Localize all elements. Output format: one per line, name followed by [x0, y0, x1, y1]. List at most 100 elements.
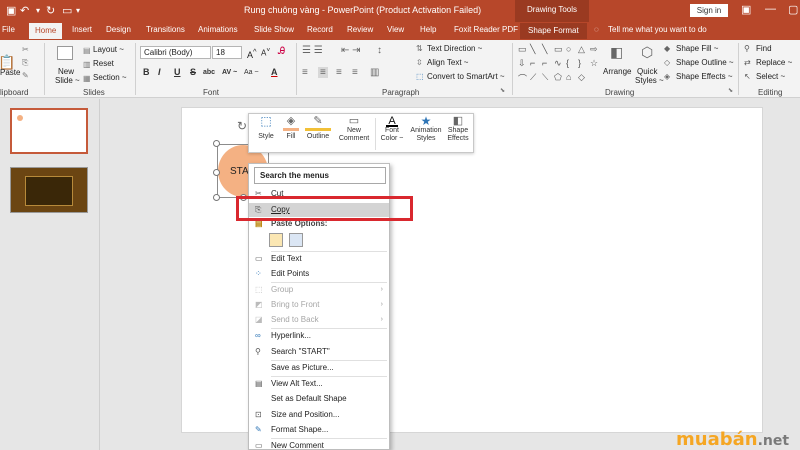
section-button[interactable]: Section ~ [93, 73, 127, 82]
tab-view[interactable]: View [387, 25, 404, 34]
bold-button[interactable]: B [143, 67, 150, 77]
shapes-gallery[interactable]: ▭ ╲ ╲ ▭ ○ △ ⇨ ⇩ ⌐ ⌐ ∿ { } ☆ ⌒ ⟋ ⟍ ⬠ ⌂ ◇ [516, 44, 604, 86]
tab-animations[interactable]: Animations [198, 25, 238, 34]
menu-item-format-shape[interactable]: ✎ Format Shape... [249, 423, 389, 437]
arrange-button[interactable]: Arrange [603, 67, 631, 76]
curve-shape-icon[interactable]: ∿ [554, 58, 562, 69]
change-case-button[interactable]: Aa ~ [244, 69, 259, 76]
paste-as-picture-icon[interactable] [289, 233, 303, 247]
align-left-icon[interactable]: ≡ [302, 67, 308, 78]
tab-insert[interactable]: Insert [72, 25, 92, 34]
fill-button[interactable]: ◈ Fill [283, 116, 299, 141]
font-color-mini-button[interactable]: A Font Color ~ [379, 116, 405, 143]
rotate-handle-icon[interactable]: ↻ [237, 119, 247, 133]
ribbon-display-icon[interactable]: ▣ [741, 3, 751, 16]
brace-shape-icon[interactable]: } [578, 58, 581, 68]
tab-help[interactable]: Help [420, 25, 436, 34]
shape-icon[interactable]: ⬠ [554, 72, 562, 83]
align-center-icon[interactable]: ≡ [318, 67, 328, 78]
menu-item-edit-points[interactable]: ⁘ Edit Points [249, 267, 389, 281]
text-box-shape-icon[interactable]: ▭ [518, 44, 527, 55]
menu-item-bring-to-front[interactable]: ◩ Bring to Front › [249, 298, 389, 312]
connector-shape-icon[interactable]: ⌐ [542, 58, 547, 68]
shape-icon[interactable]: ⌂ [566, 72, 571, 82]
character-spacing-button[interactable]: AV ~ [222, 69, 237, 76]
arrow-shape-icon[interactable]: ⇩ [518, 58, 526, 69]
sign-in-button[interactable]: Sign in [690, 4, 728, 17]
select-button[interactable]: Select ~ [756, 72, 785, 81]
font-name-select[interactable]: Calibri (Body) [140, 46, 211, 59]
copy-icon[interactable]: ⎘ [22, 58, 28, 68]
triangle-shape-icon[interactable]: △ [578, 44, 585, 55]
shrink-font-icon[interactable]: A˅ [261, 47, 270, 58]
line-shape-icon[interactable]: ╲ [530, 44, 535, 55]
slide-thumbnail-2[interactable] [10, 167, 88, 213]
cut-icon[interactable]: ✂ [22, 45, 29, 54]
connector-shape-icon[interactable]: ⌐ [530, 58, 535, 68]
new-slide-button[interactable]: New [58, 67, 74, 76]
menu-item-send-to-back[interactable]: ◪ Send to Back › [249, 313, 389, 327]
quick-styles-icon[interactable]: ⬡ [641, 44, 653, 61]
text-direction-button[interactable]: Text Direction ~ [427, 44, 482, 53]
paste-keep-format-icon[interactable] [269, 233, 283, 247]
shape-icon[interactable]: ⟋ [530, 72, 536, 83]
new-slide-dropdown[interactable]: Slide ~ [55, 76, 80, 85]
maximize-icon[interactable]: ▢ [788, 3, 798, 16]
style-button[interactable]: ⬚ Style [255, 115, 277, 141]
tab-transitions[interactable]: Transitions [146, 25, 185, 34]
undo-dropdown-icon[interactable]: ▾ [36, 6, 40, 15]
paragraph-dialog-launcher[interactable]: ⬊ [500, 87, 505, 94]
tab-foxit-reader-pdf[interactable]: Foxit Reader PDF [454, 25, 518, 34]
paste-button[interactable]: Paste [0, 68, 20, 77]
tell-me-search[interactable]: Tell me what you want to do [608, 25, 707, 34]
animation-styles-button[interactable]: ★ Animation Styles [409, 115, 443, 143]
font-color-button[interactable]: A [271, 67, 278, 77]
bullets-icon[interactable]: ☰ ☰ [302, 45, 323, 56]
replace-button[interactable]: Replace ~ [756, 58, 792, 67]
menu-item-edit-text[interactable]: ▭ Edit Text [249, 252, 389, 266]
new-comment-button[interactable]: ▭ New Comment [337, 116, 371, 143]
present-icon[interactable]: ▭ [62, 4, 72, 17]
menu-item-set-default-shape[interactable]: Set as Default Shape [249, 392, 389, 406]
resize-handle[interactable] [213, 194, 220, 201]
oval-shape-icon[interactable]: ○ [566, 44, 571, 54]
resize-handle[interactable] [213, 140, 220, 147]
tab-file[interactable]: File [2, 25, 15, 34]
format-painter-icon[interactable]: ✎ [22, 71, 29, 80]
slide-thumbnail-1[interactable] [10, 108, 88, 154]
tab-home[interactable]: Home [29, 23, 63, 39]
justify-icon[interactable]: ≡ [352, 67, 358, 78]
shape-icon[interactable]: ◇ [578, 72, 585, 83]
menu-item-group[interactable]: ⬚ Group › [249, 283, 389, 297]
tab-record[interactable]: Record [307, 25, 333, 34]
shape-icon[interactable]: ⟍ [542, 72, 548, 83]
quick-styles-dropdown[interactable]: Styles ~ [635, 76, 664, 85]
shape-outline-button[interactable]: Shape Outline ~ [676, 58, 734, 67]
brace-shape-icon[interactable]: { [566, 58, 569, 68]
menu-item-hyperlink[interactable]: ∞ Hyperlink... [249, 329, 389, 343]
redo-icon[interactable]: ↻ [46, 4, 55, 17]
clear-formatting-icon[interactable]: Ꭿ [278, 46, 285, 57]
tab-shape-format[interactable]: Shape Format [520, 23, 587, 39]
save-icon[interactable]: ▣ [6, 4, 16, 17]
grow-font-icon[interactable]: A^ [247, 47, 257, 60]
arrange-icon[interactable]: ◧ [610, 44, 623, 61]
italic-button[interactable]: I [158, 67, 161, 77]
shape-effects-button[interactable]: Shape Effects ~ [676, 72, 733, 81]
font-size-select[interactable]: 18 [212, 46, 242, 59]
menu-item-save-as-picture[interactable]: Save as Picture... [249, 361, 389, 375]
menu-item-size-and-position[interactable]: ⊡ Size and Position... [249, 408, 389, 422]
star-shape-icon[interactable]: ☆ [590, 58, 598, 69]
menu-item-new-comment[interactable]: ▭ New Comment [249, 439, 389, 450]
columns-icon[interactable]: ▥ [370, 67, 379, 78]
layout-button[interactable]: Layout ~ [93, 45, 124, 54]
minimize-icon[interactable]: — [765, 3, 776, 15]
menu-item-view-alt-text[interactable]: ▤ View Alt Text... [249, 377, 389, 391]
search-menus-input[interactable]: Search the menus [254, 167, 386, 184]
resize-handle[interactable] [213, 169, 220, 176]
shape-fill-button[interactable]: Shape Fill ~ [676, 44, 718, 53]
undo-icon[interactable]: ↶ [20, 4, 29, 17]
shape-icon[interactable]: ⌒ [518, 72, 527, 85]
underline-button[interactable]: U [174, 67, 181, 77]
tab-slide-show[interactable]: Slide Show [254, 25, 294, 34]
